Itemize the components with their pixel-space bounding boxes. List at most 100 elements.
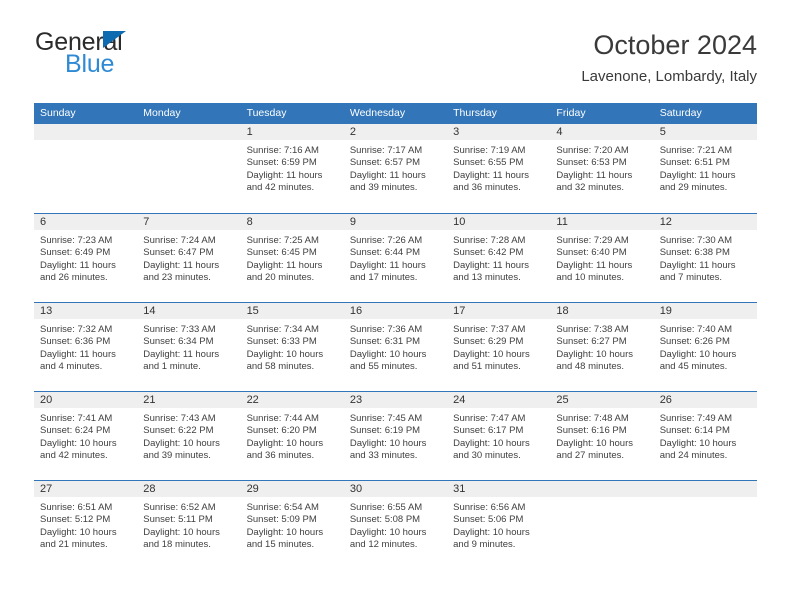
daylight-text-line1: Daylight: 11 hours xyxy=(453,259,529,271)
page-title: October 2024 xyxy=(593,30,757,60)
sunset-text: Sunset: 6:24 PM xyxy=(40,425,111,437)
day-number xyxy=(137,124,241,140)
day-cell[interactable]: 19 Sunrise: 7:40 AM Sunset: 6:26 PM Dayl… xyxy=(653,303,757,391)
day-cell[interactable]: 13 Sunrise: 7:32 AM Sunset: 6:36 PM Dayl… xyxy=(34,303,138,391)
day-cell xyxy=(137,124,241,213)
daylight-text-line1: Daylight: 11 hours xyxy=(246,169,323,181)
daylight-text-line2: and 17 minutes. xyxy=(349,272,418,284)
day-number: 13 xyxy=(34,303,138,319)
weekday-header-wednesday: Wednesday xyxy=(349,107,406,119)
day-details: Sunrise: 6:56 AM Sunset: 5:06 PM Dayligh… xyxy=(447,497,550,552)
sunrise-text: Sunrise: 6:55 AM xyxy=(349,502,423,513)
day-details: Sunrise: 7:28 AM Sunset: 6:42 PM Dayligh… xyxy=(447,230,550,285)
day-cell[interactable]: 3 Sunrise: 7:19 AM Sunset: 6:55 PM Dayli… xyxy=(447,124,551,213)
day-number: 14 xyxy=(137,303,241,319)
daylight-text-line2: and 10 minutes. xyxy=(556,272,625,284)
day-cell[interactable]: 11 Sunrise: 7:29 AM Sunset: 6:40 PM Dayl… xyxy=(550,214,654,302)
day-details: Sunrise: 7:20 AM Sunset: 6:53 PM Dayligh… xyxy=(550,140,653,195)
day-cell[interactable]: 9 Sunrise: 7:26 AM Sunset: 6:44 PM Dayli… xyxy=(343,214,448,302)
sunset-text: Sunset: 6:44 PM xyxy=(349,247,421,259)
day-cell[interactable]: 16 Sunrise: 7:36 AM Sunset: 6:31 PM Dayl… xyxy=(343,303,448,391)
sunrise-text: Sunrise: 6:51 AM xyxy=(40,502,113,513)
day-number: 23 xyxy=(343,392,448,408)
day-cell[interactable]: 17 Sunrise: 7:37 AM Sunset: 6:29 PM Dayl… xyxy=(447,303,551,391)
daylight-text-line1: Daylight: 10 hours xyxy=(143,526,220,538)
daylight-text-line1: Daylight: 10 hours xyxy=(349,526,427,538)
sunset-text: Sunset: 6:57 PM xyxy=(349,157,421,169)
weekday-header-row: Sunday Monday Tuesday Wednesday Thursday… xyxy=(34,103,757,124)
sunset-text: Sunset: 6:31 PM xyxy=(349,336,421,348)
day-cell xyxy=(653,481,757,569)
day-cell[interactable]: 8 Sunrise: 7:25 AM Sunset: 6:45 PM Dayli… xyxy=(240,214,344,302)
day-cell[interactable]: 7 Sunrise: 7:24 AM Sunset: 6:47 PM Dayli… xyxy=(137,214,241,302)
day-cell[interactable]: 15 Sunrise: 7:34 AM Sunset: 6:33 PM Dayl… xyxy=(240,303,344,391)
daylight-text-line2: and 33 minutes. xyxy=(349,450,418,462)
day-cell[interactable]: 21 Sunrise: 7:43 AM Sunset: 6:22 PM Dayl… xyxy=(137,392,241,480)
sunrise-text: Sunrise: 7:26 AM xyxy=(349,235,423,246)
week-row: 6 Sunrise: 7:23 AM Sunset: 6:49 PM Dayli… xyxy=(34,213,757,302)
daylight-text-line1: Daylight: 10 hours xyxy=(659,348,737,360)
day-cell[interactable]: 18 Sunrise: 7:38 AM Sunset: 6:27 PM Dayl… xyxy=(550,303,654,391)
sunset-text: Sunset: 6:42 PM xyxy=(453,247,524,259)
day-cell[interactable]: 2 Sunrise: 7:17 AM Sunset: 6:57 PM Dayli… xyxy=(343,124,448,213)
day-details: Sunrise: 7:48 AM Sunset: 6:16 PM Dayligh… xyxy=(550,408,653,463)
day-cell[interactable]: 6 Sunrise: 7:23 AM Sunset: 6:49 PM Dayli… xyxy=(34,214,138,302)
sunrise-text: Sunrise: 7:48 AM xyxy=(556,413,629,424)
day-cell[interactable]: 22 Sunrise: 7:44 AM Sunset: 6:20 PM Dayl… xyxy=(240,392,344,480)
day-cell[interactable]: 27 Sunrise: 6:51 AM Sunset: 5:12 PM Dayl… xyxy=(34,481,138,569)
day-details: Sunrise: 7:34 AM Sunset: 6:33 PM Dayligh… xyxy=(241,319,344,374)
daylight-text-line1: Daylight: 10 hours xyxy=(556,348,633,360)
week-row: 1 Sunrise: 7:16 AM Sunset: 6:59 PM Dayli… xyxy=(34,124,757,213)
day-cell[interactable]: 4 Sunrise: 7:20 AM Sunset: 6:53 PM Dayli… xyxy=(550,124,654,213)
daylight-text-line1: Daylight: 10 hours xyxy=(659,437,737,449)
day-details: Sunrise: 7:47 AM Sunset: 6:17 PM Dayligh… xyxy=(447,408,550,463)
page-header: General Blue October 2024 Lavenone, Lomb… xyxy=(35,28,757,96)
day-cell[interactable]: 26 Sunrise: 7:49 AM Sunset: 6:14 PM Dayl… xyxy=(653,392,757,480)
daylight-text-line1: Daylight: 11 hours xyxy=(349,169,426,181)
sunrise-text: Sunrise: 7:38 AM xyxy=(556,324,629,335)
logo-triangle-icon xyxy=(103,31,126,48)
day-number: 11 xyxy=(550,214,654,230)
day-cell[interactable]: 20 Sunrise: 7:41 AM Sunset: 6:24 PM Dayl… xyxy=(34,392,138,480)
day-cell[interactable]: 1 Sunrise: 7:16 AM Sunset: 6:59 PM Dayli… xyxy=(240,124,344,213)
general-blue-logo[interactable]: General Blue xyxy=(35,28,255,84)
sunrise-text: Sunrise: 7:43 AM xyxy=(143,413,216,424)
daylight-text-line2: and 30 minutes. xyxy=(453,450,521,462)
day-number: 27 xyxy=(34,481,138,497)
day-cell[interactable]: 12 Sunrise: 7:30 AM Sunset: 6:38 PM Dayl… xyxy=(653,214,757,302)
sunrise-text: Sunrise: 7:17 AM xyxy=(349,145,423,156)
day-cell[interactable]: 24 Sunrise: 7:47 AM Sunset: 6:17 PM Dayl… xyxy=(447,392,551,480)
day-cell[interactable]: 30 Sunrise: 6:55 AM Sunset: 5:08 PM Dayl… xyxy=(343,481,448,569)
daylight-text-line1: Daylight: 10 hours xyxy=(40,526,117,538)
day-details: Sunrise: 7:16 AM Sunset: 6:59 PM Dayligh… xyxy=(241,140,344,195)
sunset-text: Sunset: 6:20 PM xyxy=(246,425,317,437)
daylight-text-line2: and 32 minutes. xyxy=(556,182,625,194)
page-subtitle: Lavenone, Lombardy, Italy xyxy=(581,68,757,85)
weekday-header-thursday: Thursday xyxy=(453,107,497,119)
day-number: 2 xyxy=(343,124,448,140)
day-cell[interactable]: 14 Sunrise: 7:33 AM Sunset: 6:34 PM Dayl… xyxy=(137,303,241,391)
day-number: 25 xyxy=(550,392,654,408)
day-number: 6 xyxy=(34,214,138,230)
sunset-text: Sunset: 6:59 PM xyxy=(246,157,317,169)
day-details: Sunrise: 7:23 AM Sunset: 6:49 PM Dayligh… xyxy=(34,230,137,285)
day-details: Sunrise: 7:19 AM Sunset: 6:55 PM Dayligh… xyxy=(447,140,550,195)
week-row: 20 Sunrise: 7:41 AM Sunset: 6:24 PM Dayl… xyxy=(34,391,757,480)
sunset-text: Sunset: 6:22 PM xyxy=(143,425,214,437)
daylight-text-line2: and 39 minutes. xyxy=(349,182,418,194)
sunset-text: Sunset: 6:29 PM xyxy=(453,336,524,348)
day-cell[interactable]: 23 Sunrise: 7:45 AM Sunset: 6:19 PM Dayl… xyxy=(343,392,448,480)
weekday-header-monday: Monday xyxy=(143,107,181,119)
daylight-text-line2: and 12 minutes. xyxy=(349,539,418,551)
day-number: 15 xyxy=(240,303,344,319)
day-cell[interactable]: 25 Sunrise: 7:48 AM Sunset: 6:16 PM Dayl… xyxy=(550,392,654,480)
day-details: Sunrise: 6:54 AM Sunset: 5:09 PM Dayligh… xyxy=(241,497,344,552)
day-cell[interactable]: 31 Sunrise: 6:56 AM Sunset: 5:06 PM Dayl… xyxy=(447,481,551,569)
day-cell[interactable]: 28 Sunrise: 6:52 AM Sunset: 5:11 PM Dayl… xyxy=(137,481,241,569)
day-details xyxy=(137,140,240,145)
day-cell[interactable]: 10 Sunrise: 7:28 AM Sunset: 6:42 PM Dayl… xyxy=(447,214,551,302)
daylight-text-line2: and 42 minutes. xyxy=(40,450,108,462)
daylight-text-line2: and 26 minutes. xyxy=(40,272,108,284)
day-cell[interactable]: 5 Sunrise: 7:21 AM Sunset: 6:51 PM Dayli… xyxy=(653,124,757,213)
day-cell[interactable]: 29 Sunrise: 6:54 AM Sunset: 5:09 PM Dayl… xyxy=(240,481,344,569)
